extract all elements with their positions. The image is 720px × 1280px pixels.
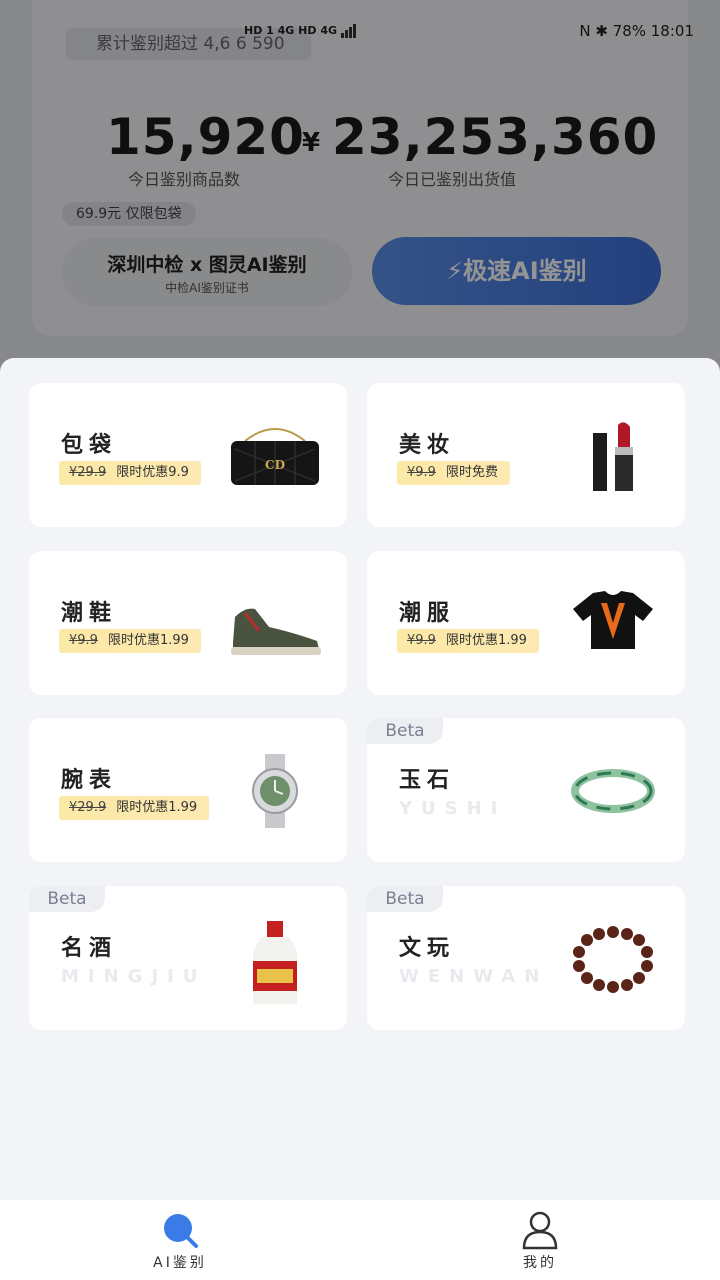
promo-text: 限时优惠9.9 <box>116 465 189 480</box>
category-card-collectibles[interactable]: Beta 文玩 WENWAN <box>367 886 685 1030</box>
category-pinyin: MINGJIU <box>61 966 207 987</box>
promo-badge: ¥29.9 限时优惠9.9 <box>59 461 201 485</box>
promo-badge: ¥9.9 限时优惠1.99 <box>59 629 201 653</box>
promo-badge: ¥9.9 限时免费 <box>397 461 510 485</box>
promo-badge: ¥29.9 限时优惠1.99 <box>59 796 210 820</box>
beta-badge: Beta <box>367 718 443 744</box>
promo-text: 限时优惠1.99 <box>116 800 198 815</box>
old-price: ¥29.9 <box>69 465 107 480</box>
category-pinyin: YUSHI <box>399 798 507 819</box>
search-icon <box>164 1214 198 1248</box>
category-name: 玉石 <box>399 768 456 793</box>
user-icon <box>522 1211 558 1250</box>
tab-mine-label: 我的 <box>523 1255 557 1271</box>
lipstick-icon <box>593 422 633 491</box>
category-sheet: 包袋 ¥29.9 限时优惠9.9 CD 美妆 ¥9.9 限时免费 潮鞋 ¥9.9 限时… <box>0 358 720 1200</box>
svg-text:CD: CD <box>265 458 285 472</box>
tshirt-icon <box>573 591 653 649</box>
category-name: 包袋 <box>61 433 118 458</box>
category-name: 文玩 <box>399 936 456 961</box>
promo-text: 限时优惠1.99 <box>107 633 189 648</box>
category-card-jade[interactable]: Beta 玉石 YUSHI <box>367 718 685 862</box>
category-name: 潮服 <box>399 601 456 626</box>
category-card-beauty[interactable]: 美妆 ¥9.9 限时免费 <box>367 383 685 527</box>
old-price: ¥9.9 <box>407 465 436 480</box>
old-price: ¥9.9 <box>407 633 436 648</box>
sneaker-icon <box>231 608 321 655</box>
watch-icon <box>252 754 298 828</box>
promo-text: 限时免费 <box>445 465 498 480</box>
category-name: 美妆 <box>399 433 456 458</box>
jade-bangle-icon <box>571 769 655 813</box>
bottom-tab-bar: AI鉴别 我的 <box>0 1200 720 1280</box>
dim-overlay[interactable] <box>0 0 720 380</box>
promo-badge: ¥9.9 限时优惠1.99 <box>397 629 539 653</box>
category-card-bags[interactable]: 包袋 ¥29.9 限时优惠9.9 CD <box>29 383 347 527</box>
old-price: ¥9.9 <box>69 633 98 648</box>
category-pinyin: WENWAN <box>399 966 549 987</box>
beta-badge: Beta <box>367 886 443 912</box>
handbag-icon: CD <box>231 428 319 485</box>
liquor-bottle-icon <box>253 921 297 1004</box>
old-price: ¥29.9 <box>69 800 107 815</box>
beta-badge: Beta <box>29 886 105 912</box>
category-name: 潮鞋 <box>61 601 118 626</box>
category-name: 腕表 <box>61 768 118 793</box>
bead-bracelet-icon <box>573 926 653 993</box>
tab-mine[interactable]: 我的 <box>360 1200 720 1280</box>
tab-ai-identify[interactable]: AI鉴别 <box>0 1200 360 1280</box>
tab-ai-identify-label: AI鉴别 <box>153 1255 207 1271</box>
category-card-sneakers[interactable]: 潮鞋 ¥9.9 限时优惠1.99 <box>29 551 347 695</box>
promo-text: 限时优惠1.99 <box>445 633 527 648</box>
category-name: 名酒 <box>61 936 118 961</box>
category-card-liquor[interactable]: Beta 名酒 MINGJIU <box>29 886 347 1030</box>
category-card-apparel[interactable]: 潮服 ¥9.9 限时优惠1.99 <box>367 551 685 695</box>
category-card-watches[interactable]: 腕表 ¥29.9 限时优惠1.99 <box>29 718 347 862</box>
